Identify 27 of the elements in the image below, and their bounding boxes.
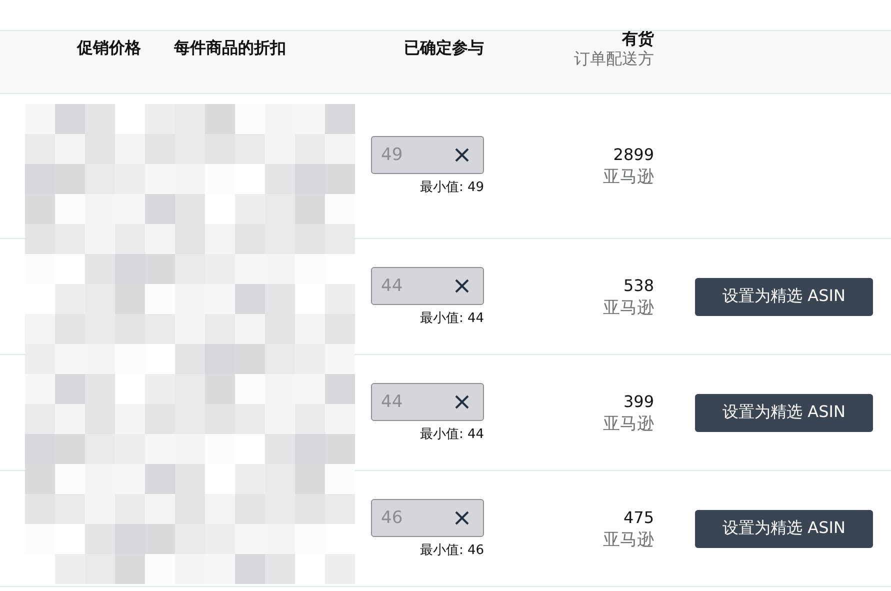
minimum-label: 最小值: 46 [420,542,484,558]
minimum-label: 最小值: 44 [420,310,484,326]
set-featured-button[interactable]: 设置为精选 ASIN [695,394,873,432]
set-featured-button[interactable]: 设置为精选 ASIN [695,278,873,316]
stock-quantity: 2899 [613,144,654,166]
stock-quantity: 538 [623,274,654,296]
minimum-label: 最小值: 49 [420,179,484,196]
clear-icon[interactable] [454,147,470,163]
column-header: 已确定参与 [404,37,484,59]
fulfiller-label: 亚马逊 [603,412,654,434]
fulfiller-label: 亚马逊 [603,166,654,188]
quantity-field[interactable]: 49 [371,136,484,174]
column-subheader: 订单配送方 [574,48,654,70]
set-featured-button[interactable]: 设置为精选 ASIN [695,510,873,548]
quantity-field[interactable]: 44 [371,266,484,304]
clear-icon[interactable] [454,394,470,410]
stock-quantity: 399 [623,390,654,412]
fulfiller-label: 亚马逊 [603,528,654,550]
minimum-label: 最小值: 44 [420,426,484,442]
clear-icon[interactable] [454,278,470,294]
quantity-field[interactable]: 46 [371,498,484,536]
stock-quantity: 475 [623,506,654,528]
fulfiller-label: 亚马逊 [603,296,654,318]
column-header: 每件商品的折扣 [174,37,286,59]
column-header: 促销价格 [77,37,141,59]
quantity-field[interactable]: 44 [371,382,484,420]
clear-icon[interactable] [454,510,470,526]
